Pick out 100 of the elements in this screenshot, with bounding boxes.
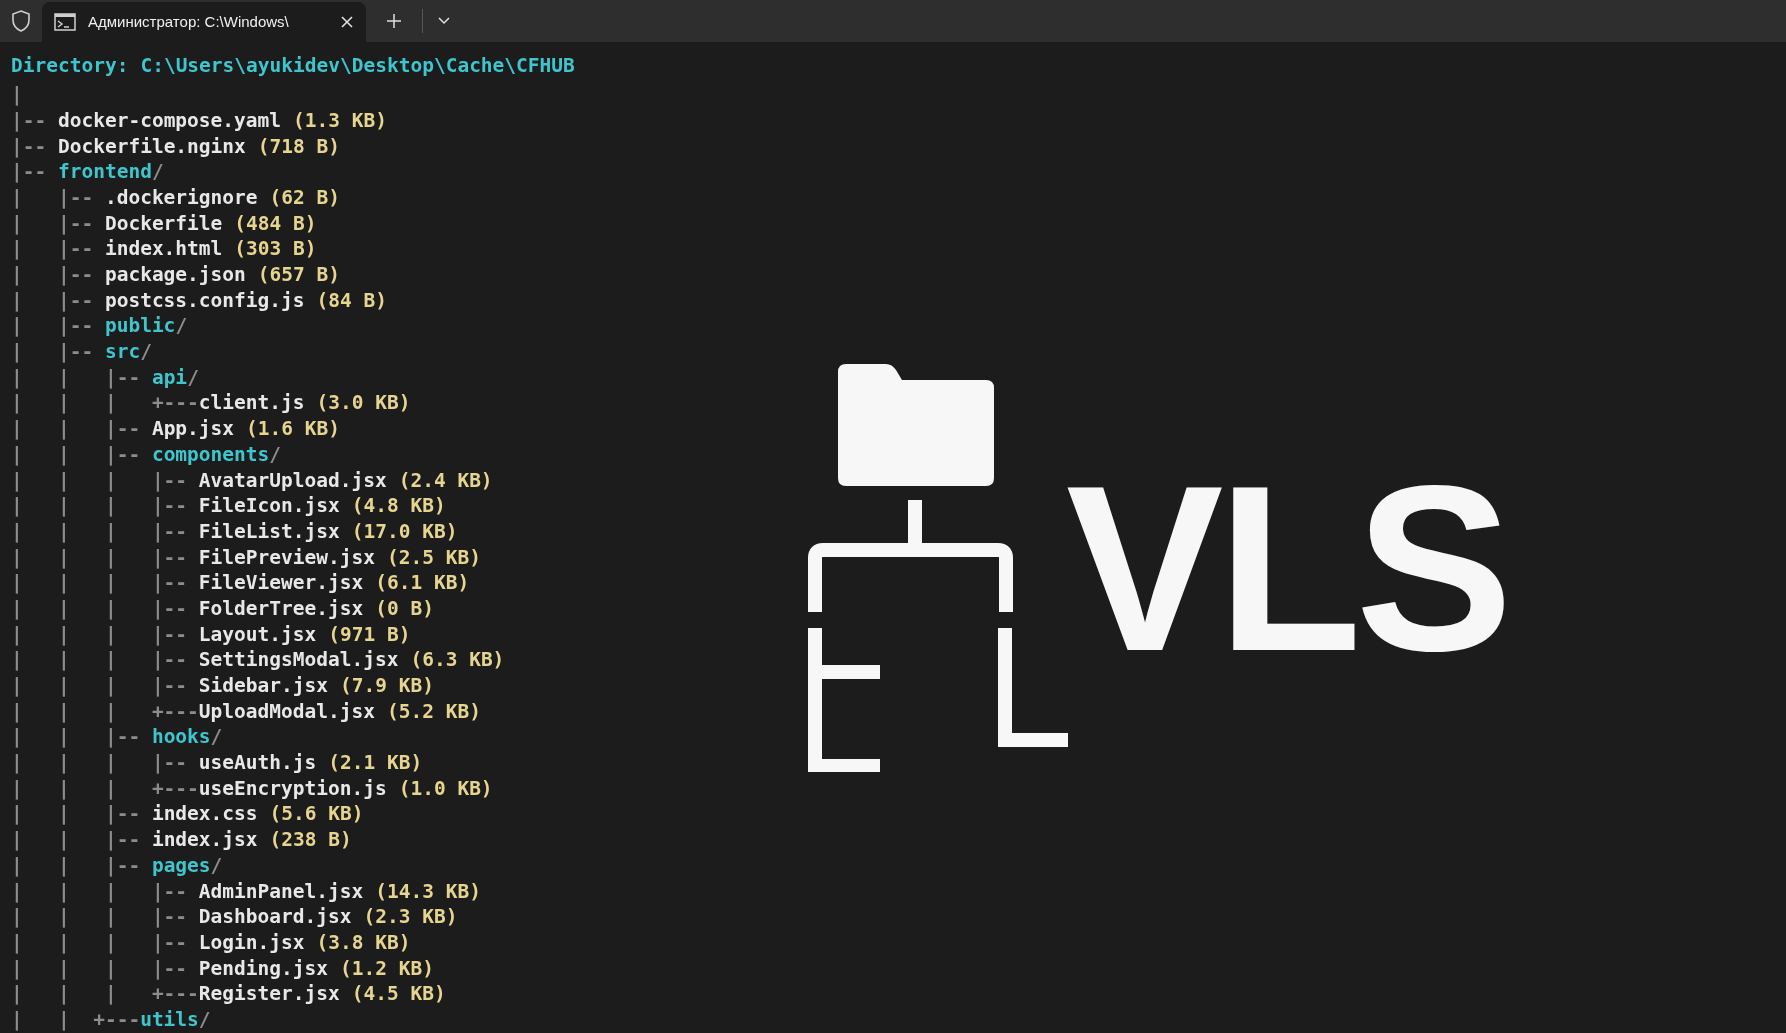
tree-branch: | | | |-- <box>11 595 189 622</box>
file-size: (6.1 KB) <box>375 570 470 597</box>
tree-branch: | |-- <box>11 287 95 314</box>
file-size: (2.5 KB) <box>386 544 481 571</box>
chevron-down-icon[interactable] <box>437 16 451 26</box>
tree-branch: | | | +--- <box>11 390 199 417</box>
folder-name: utils <box>140 1006 199 1033</box>
tree-branch: | | +--- <box>11 1006 141 1033</box>
tree-branch: | | | |-- <box>11 878 189 905</box>
file-name: index.html <box>104 236 223 263</box>
tree-branch: | | |-- <box>11 827 142 854</box>
folder-name: pages <box>151 852 211 879</box>
file-name: useAuth.js <box>198 750 317 777</box>
file-name: AvatarUpload.jsx <box>198 467 387 494</box>
file-name: .dockerignore <box>104 184 258 211</box>
folder-name: hooks <box>151 724 211 751</box>
tree-branch: | | | |-- <box>11 647 189 674</box>
file-name: App.jsx <box>151 416 235 443</box>
file-name: useEncryption.js <box>198 775 387 802</box>
path-slash: / <box>210 724 223 751</box>
directory-label: Directory: <box>11 53 129 80</box>
tree-branch: | | | |-- <box>11 467 189 494</box>
tree-branch: | |-- <box>11 339 95 366</box>
tree-branch: | |-- <box>11 210 95 237</box>
file-size: (1.6 KB) <box>246 416 340 443</box>
tree-branch: |-- <box>11 107 48 134</box>
file-size: (6.3 KB) <box>410 647 505 674</box>
tab-title: Администратор: C:\Windows\ <box>88 11 290 32</box>
tree-branch: | | | |-- <box>11 570 189 597</box>
file-size: (1.0 KB) <box>398 775 493 802</box>
file-size: (0 B) <box>375 595 434 622</box>
tree-branch: | | | +--- <box>11 981 199 1008</box>
path-slash: / <box>140 339 152 366</box>
path-slash: / <box>198 1006 211 1033</box>
file-size: (5.6 KB) <box>269 801 364 828</box>
file-size: (1.3 KB) <box>293 107 387 134</box>
tree-branch: | | | |-- <box>11 750 189 777</box>
tree-branch: | | | +--- <box>11 775 199 802</box>
file-size: (14.3 KB) <box>375 878 481 905</box>
tree-branch: | | | |-- <box>11 621 189 648</box>
file-size: (657 B) <box>257 262 340 289</box>
tree-branch: | | | |-- <box>11 493 189 520</box>
tree-branch: | |-- <box>11 313 95 340</box>
path-slash: / <box>151 159 164 186</box>
new-tab-icon[interactable] <box>386 13 402 29</box>
file-size: (238 B) <box>269 827 352 854</box>
tree-branch: | |-- <box>11 236 95 263</box>
file-size: (971 B) <box>328 621 411 648</box>
tree-branch: | | |-- <box>11 801 142 828</box>
file-name: FolderTree.jsx <box>198 595 364 622</box>
file-size: (5.2 KB) <box>386 698 481 725</box>
terminal-tab[interactable]: Администратор: C:\Windows\ <box>42 2 366 42</box>
file-name: package.json <box>104 262 246 289</box>
file-name: Pending.jsx <box>198 955 328 982</box>
tree-branch: | | |-- <box>11 364 142 391</box>
tree-branch: | | |-- <box>11 441 142 468</box>
file-size: (1.2 KB) <box>340 955 434 982</box>
file-name: docker-compose.yaml <box>57 107 282 134</box>
file-size: (3.0 KB) <box>316 390 411 417</box>
tree-branch: | | | +--- <box>11 698 199 725</box>
tree-branch: |-- <box>11 159 48 186</box>
folder-name: api <box>151 364 188 391</box>
file-size: (3.8 KB) <box>316 929 411 956</box>
file-name: Layout.jsx <box>198 621 317 648</box>
tree-branch: | | |-- <box>11 416 142 443</box>
file-name: Register.jsx <box>198 981 340 1008</box>
file-name: client.js <box>198 390 305 417</box>
tree-branch: | |-- <box>11 184 95 211</box>
file-name: postcss.config.js <box>104 287 305 314</box>
tree-branch: | | |-- <box>11 852 142 879</box>
tree-branch: | <box>11 82 23 109</box>
tree-branch: |-- <box>11 133 48 160</box>
file-size: (303 B) <box>234 236 317 263</box>
file-name: index.jsx <box>151 827 258 854</box>
path-slash: / <box>175 313 188 340</box>
file-size: (484 B) <box>234 210 317 237</box>
console-icon <box>54 13 76 31</box>
tree-branch: | | | |-- <box>11 518 189 545</box>
folder-name: src <box>104 339 141 366</box>
tree-branch: | | | |-- <box>11 929 189 956</box>
file-size: (2.1 KB) <box>328 750 423 777</box>
file-name: Dockerfile.nginx <box>57 133 246 160</box>
file-name: Dockerfile <box>104 210 223 237</box>
shield-icon[interactable] <box>11 10 31 32</box>
file-name: Dashboard.jsx <box>198 904 352 931</box>
tree-branch: | | | |-- <box>11 904 189 931</box>
path-slash: / <box>210 852 223 879</box>
file-name: FileIcon.jsx <box>198 493 340 520</box>
close-icon[interactable] <box>340 15 354 29</box>
file-name: FileViewer.jsx <box>198 570 364 597</box>
path-slash: / <box>187 364 199 391</box>
tree-branch: | | | |-- <box>11 955 189 982</box>
tree-branch: | |-- <box>11 262 95 289</box>
file-size: (7.9 KB) <box>340 673 434 700</box>
file-size: (718 B) <box>257 133 340 160</box>
file-size: (4.8 KB) <box>351 493 446 520</box>
file-size: (4.5 KB) <box>351 981 446 1008</box>
file-name: FileList.jsx <box>198 518 340 545</box>
file-size: (2.3 KB) <box>363 904 458 931</box>
folder-name: components <box>151 441 270 468</box>
